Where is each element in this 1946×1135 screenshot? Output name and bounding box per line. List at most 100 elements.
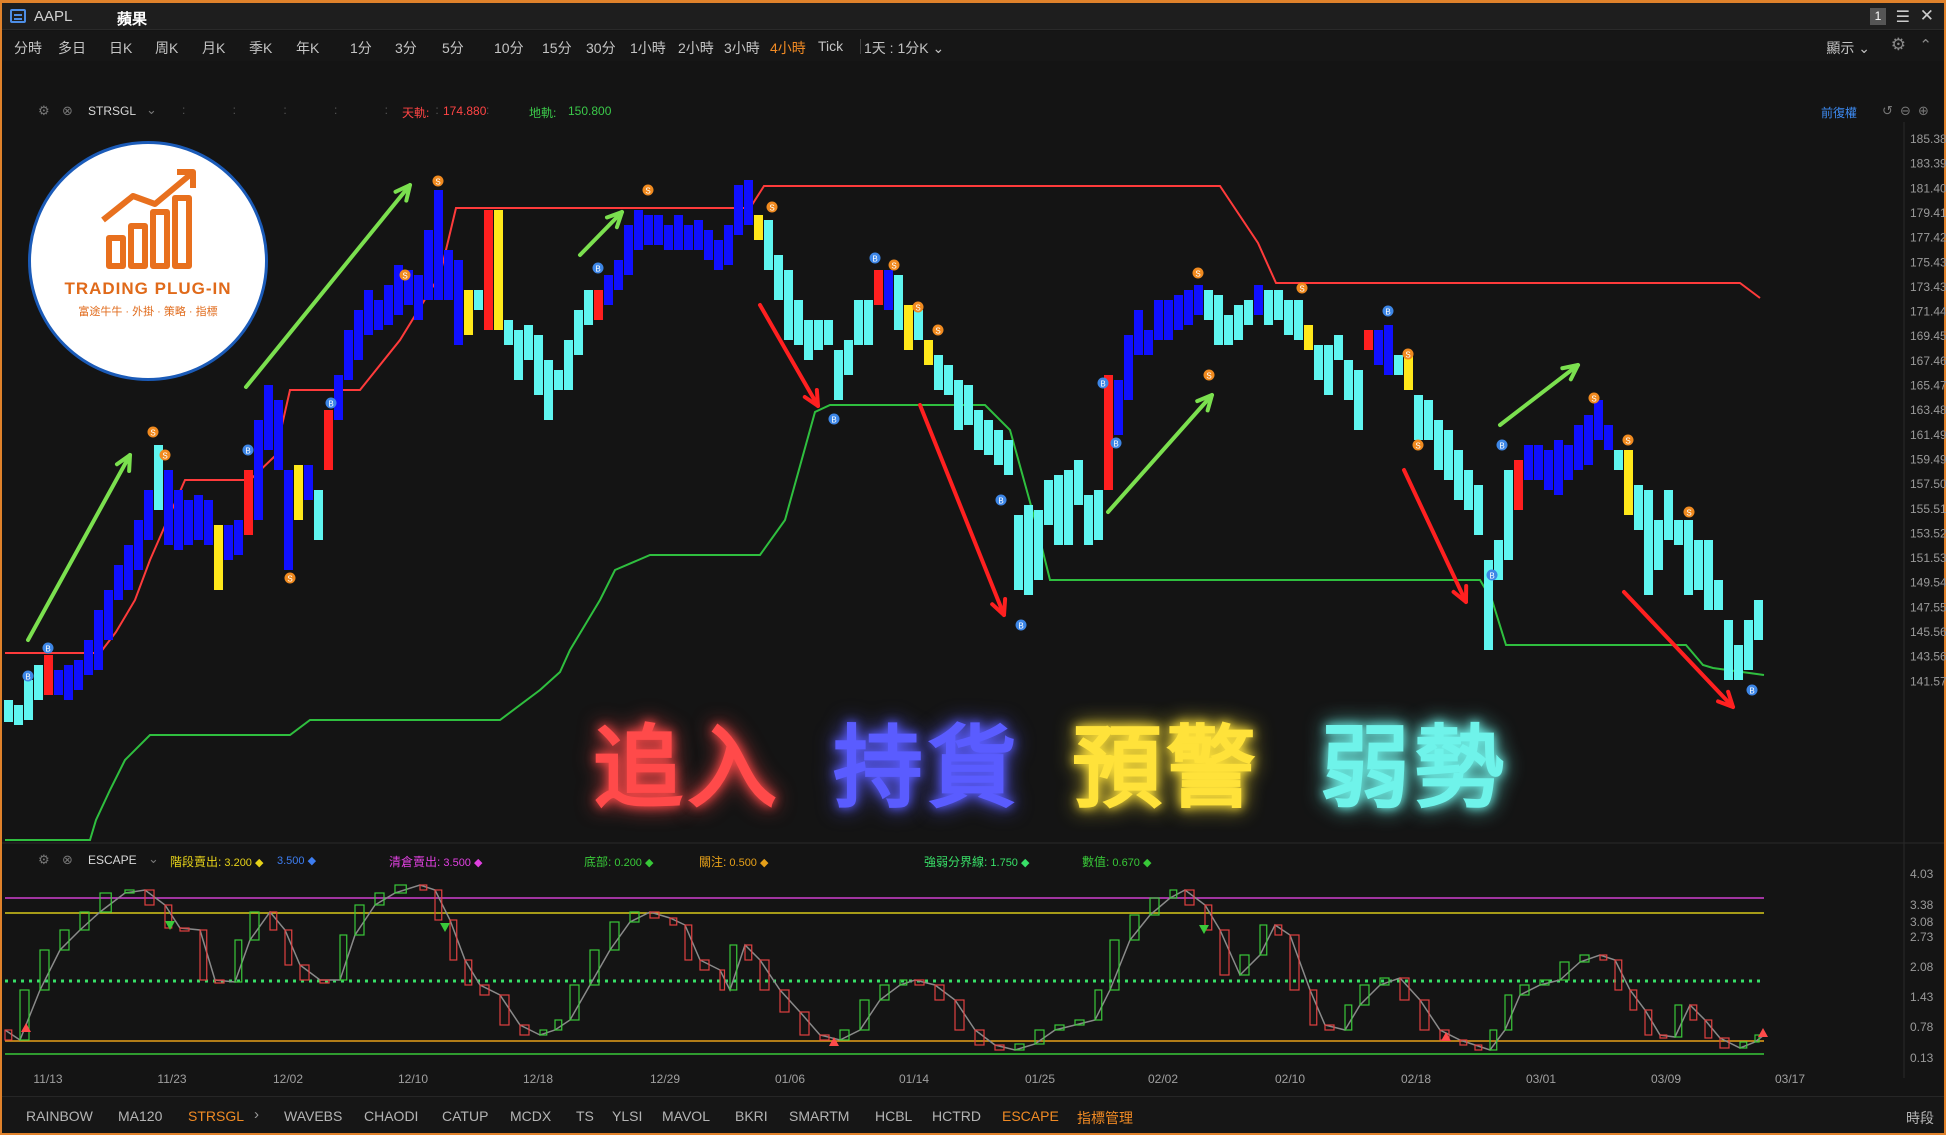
- settings-icon[interactable]: ⚙: [38, 103, 50, 119]
- zoom-in-icon[interactable]: ⊕: [1918, 103, 1929, 119]
- price-candle: [1434, 420, 1443, 470]
- indicator-tab-bkri[interactable]: BKRI: [735, 1108, 768, 1124]
- indicator-tab-hcbl[interactable]: HCBL: [875, 1108, 912, 1124]
- price-candle: [1264, 290, 1273, 325]
- price-candle: [424, 230, 433, 300]
- signal-letter: S: [1686, 509, 1691, 518]
- escape-param-3[interactable]: 底部: 0.200 ◆: [584, 853, 653, 870]
- trading-plugin-logo: TRADING PLUG-IN 富途牛牛 · 外掛 · 策略 · 指標: [28, 141, 268, 381]
- signal-letter: S: [435, 178, 440, 187]
- escape-bar: [1704, 1019, 1713, 1039]
- price-candle: [544, 360, 553, 420]
- indicator-tab-rainbow[interactable]: RAINBOW: [26, 1108, 93, 1124]
- indicator-tab-catup[interactable]: CATUP: [442, 1108, 488, 1124]
- up-arrow: [26, 453, 132, 642]
- price-axis-tick: 155.516: [1910, 502, 1946, 516]
- escape-bar: [1614, 959, 1623, 991]
- legend-word-2: 預警: [1072, 716, 1260, 821]
- price-candle: [714, 240, 723, 270]
- price-candle: [484, 210, 493, 330]
- price-candle: [4, 700, 13, 722]
- price-adjust-button[interactable]: 前復權: [1821, 104, 1857, 121]
- zoom-out-icon[interactable]: ⊖: [1900, 103, 1911, 119]
- close-circle-icon[interactable]: ⊗: [62, 852, 73, 868]
- date-tick: 01/14: [899, 1072, 929, 1086]
- escape-axis-tick: 0.78: [1910, 1020, 1934, 1034]
- price-candle: [824, 320, 833, 345]
- price-axis-tick: 157.508: [1910, 477, 1946, 491]
- escape-bar: [779, 989, 790, 1013]
- escape-param-4[interactable]: 關注: 0.500 ◆: [699, 853, 768, 870]
- price-candle: [994, 430, 1003, 465]
- escape-bar: [1259, 924, 1268, 956]
- undo-icon[interactable]: ↺: [1882, 103, 1893, 119]
- price-axis-tick: 183.395: [1910, 157, 1946, 171]
- price-candle: [1224, 315, 1233, 345]
- price-candle: [44, 655, 53, 695]
- escape-param-2[interactable]: 清倉賣出: 3.500 ◆: [389, 853, 482, 870]
- price-candle: [1114, 380, 1123, 435]
- price-candle: [454, 260, 463, 345]
- price-candle: [1154, 300, 1163, 340]
- price-candle: [1394, 355, 1403, 375]
- price-candle: [1514, 460, 1523, 510]
- escape-param-6[interactable]: 數值: 0.670 ◆: [1082, 853, 1151, 870]
- chevron-down-icon[interactable]: ⌄: [146, 102, 157, 118]
- price-candle: [1184, 290, 1193, 325]
- price-axis-tick: 171.447: [1910, 305, 1946, 319]
- indicator-tab-ylsi[interactable]: YLSI: [612, 1108, 642, 1124]
- indicator-tab-mcdx[interactable]: MCDX: [510, 1108, 551, 1124]
- price-candle: [1084, 495, 1093, 545]
- bar-chart-logo-icon: [101, 169, 196, 269]
- price-candle: [74, 660, 83, 690]
- escape-param-value: 0.200 ◆: [611, 857, 654, 869]
- escape-name[interactable]: ESCAPE: [88, 853, 137, 867]
- price-candle: [1454, 450, 1463, 500]
- escape-param-5[interactable]: 強弱分界線: 1.750 ◆: [924, 853, 1029, 870]
- price-candle: [844, 340, 853, 375]
- strsgl-name[interactable]: STRSGL: [88, 104, 136, 118]
- signal-letter: S: [1299, 285, 1304, 294]
- date-tick: 02/02: [1148, 1072, 1178, 1086]
- lower-rail-value[interactable]: 150.800: [568, 104, 611, 118]
- price-candle: [794, 300, 803, 345]
- indicator-tab-ts[interactable]: TS: [576, 1108, 594, 1124]
- price-candle: [554, 370, 563, 390]
- price-axis-tick: 179.412: [1910, 206, 1946, 220]
- indicator-manager-button[interactable]: 指標管理: [1077, 1108, 1133, 1128]
- close-circle-icon[interactable]: ⊗: [62, 103, 73, 119]
- price-candle: [294, 465, 303, 520]
- chart-canvas[interactable]: 185.386 183.395 181.404 179.412 177.421 175.4…: [0, 0, 1946, 1135]
- chevron-right-icon[interactable]: ›: [254, 1106, 259, 1123]
- upper-rail-value[interactable]: 174.880: [443, 104, 486, 118]
- price-candle: [1194, 285, 1203, 315]
- indicator-tab-escape[interactable]: ESCAPE: [1002, 1108, 1059, 1124]
- escape-bar: [1674, 1004, 1683, 1038]
- date-tick: 12/18: [523, 1072, 553, 1086]
- indicator-tab-mavol[interactable]: MAVOL: [662, 1108, 710, 1124]
- escape-bar: [1034, 1029, 1045, 1045]
- indicator-tab-smartm[interactable]: SMARTM: [789, 1108, 849, 1124]
- escape-param-1[interactable]: 3.500 ◆: [277, 853, 316, 867]
- settings-icon[interactable]: ⚙: [38, 852, 50, 868]
- price-axis-tick: 161.490: [1910, 428, 1946, 442]
- indicator-tab-hctrd[interactable]: HCTRD: [932, 1108, 981, 1124]
- signal-letter: B: [595, 265, 600, 274]
- price-axis-tick: 175.430: [1910, 255, 1946, 269]
- indicator-tab-ma120[interactable]: MA120: [118, 1108, 162, 1124]
- price-candle: [14, 705, 23, 725]
- price-candle: [874, 270, 883, 305]
- chevron-down-icon[interactable]: ⌄: [148, 851, 159, 867]
- escape-bar: [1094, 989, 1103, 1021]
- signal-letter: B: [998, 497, 1003, 506]
- price-candle: [1324, 345, 1333, 395]
- date-tick: 12/29: [650, 1072, 680, 1086]
- signal-letter: S: [1415, 442, 1420, 451]
- escape-bar: [1629, 989, 1638, 1011]
- price-candle: [1544, 450, 1553, 490]
- indicator-tab-chaodi[interactable]: CHAODI: [364, 1108, 418, 1124]
- indicator-tab-strsgl[interactable]: STRSGL: [188, 1108, 244, 1124]
- indicator-tab-wavebs[interactable]: WAVEBS: [284, 1108, 342, 1124]
- time-segment-button[interactable]: 時段: [1906, 1108, 1934, 1128]
- escape-param-0[interactable]: 階段賣出: 3.200 ◆: [170, 853, 263, 870]
